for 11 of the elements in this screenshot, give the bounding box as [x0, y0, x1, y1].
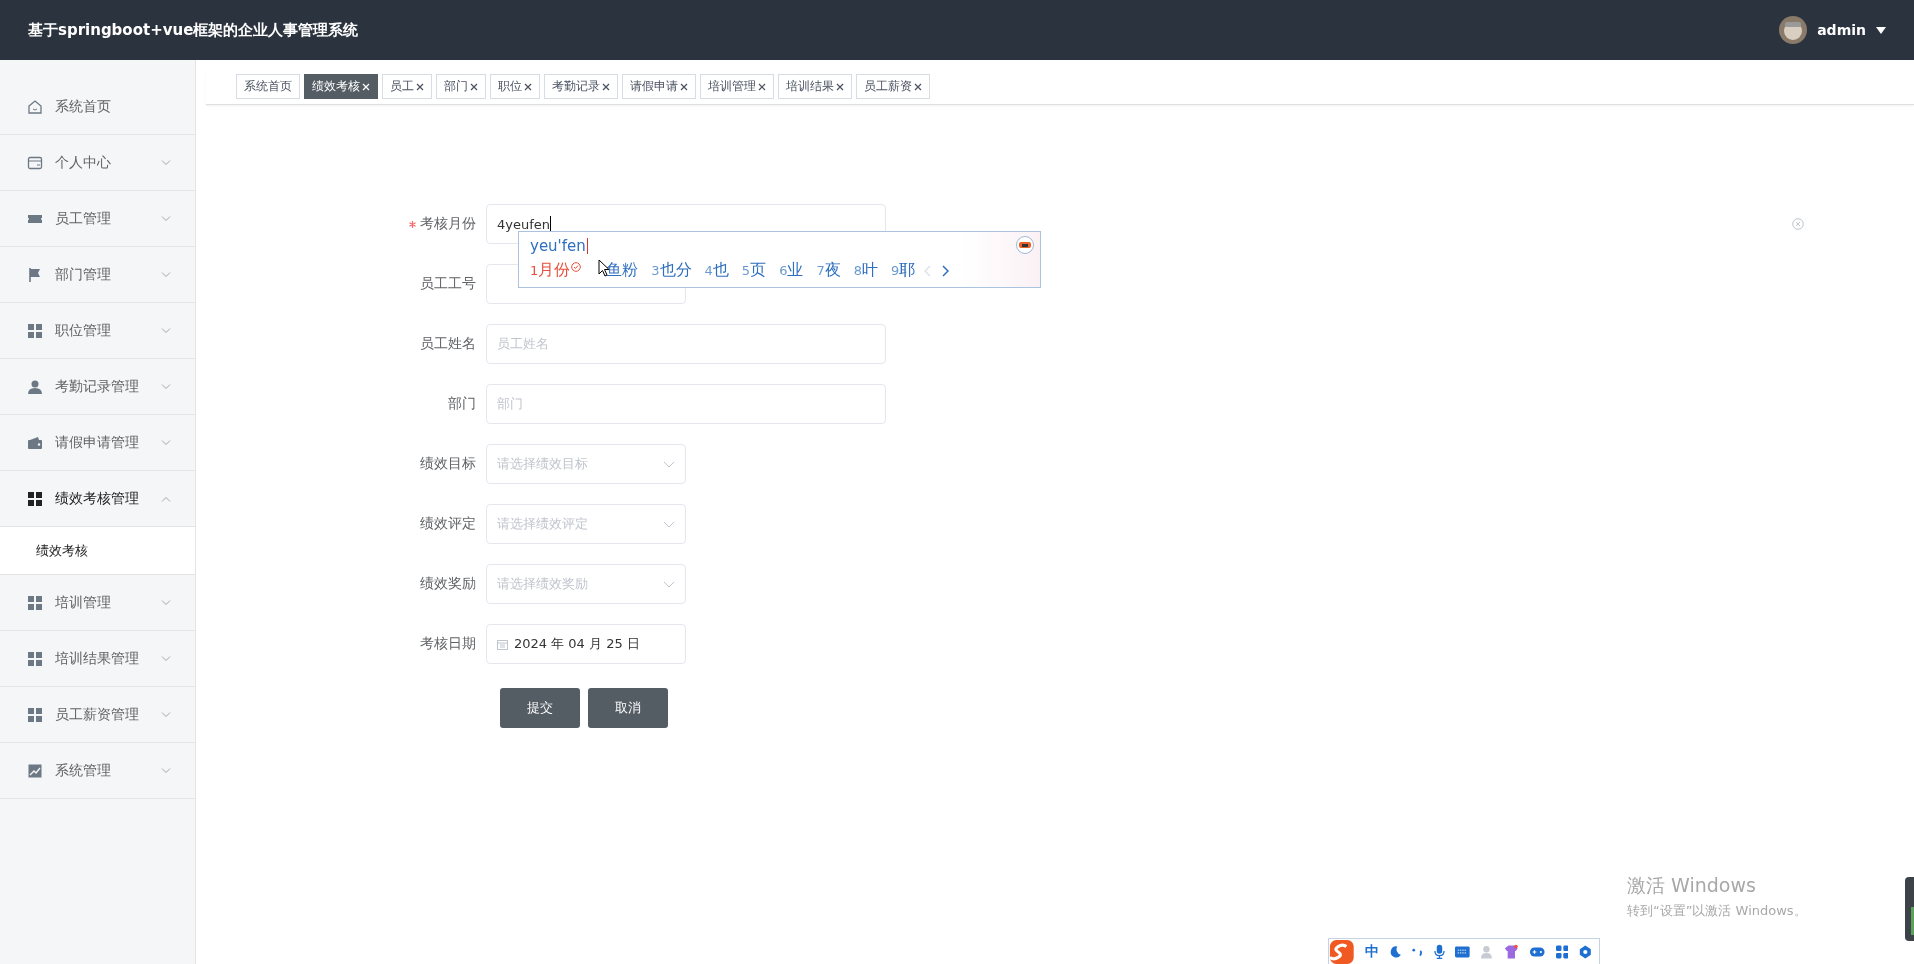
- activation-title: 激活 Windows: [1627, 873, 1757, 898]
- field-label: 绩效目标: [420, 455, 476, 473]
- app-title: 基于springboot+vue框架的企业人事管理系统: [28, 20, 359, 40]
- field-label: 员工姓名: [420, 335, 476, 353]
- field-label: 考核日期: [420, 635, 476, 653]
- field-label: 绩效评定: [420, 515, 476, 533]
- field-label: 绩效奖励: [420, 575, 476, 593]
- field-label: 考核月份: [420, 215, 476, 233]
- activation-message: 转到“设置”以激活 Windows。: [1627, 902, 1807, 920]
- field-label: 部门: [448, 395, 476, 413]
- field-label: 员工工号: [420, 275, 476, 293]
